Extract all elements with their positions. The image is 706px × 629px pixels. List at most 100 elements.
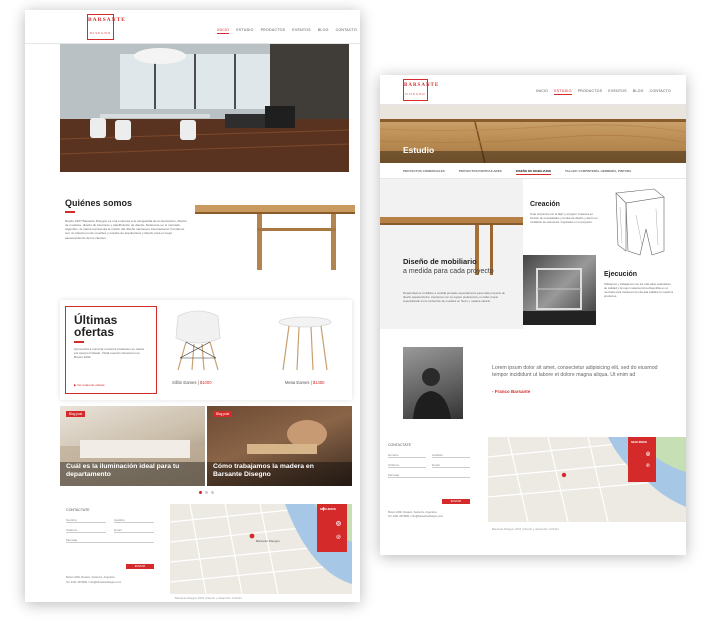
tab-comerciales[interactable]: PROYECTOS COMERCIALES	[403, 169, 445, 178]
logo-subtitle: DISEGNO	[405, 92, 426, 96]
instagram-icon[interactable]: ◎	[335, 520, 342, 527]
creacion-text: Todo comienza con el lápiz y el papel. C…	[530, 212, 598, 224]
blog-slider-dots	[199, 491, 214, 494]
offers-card: Últimas ofertas Aprovechá a comprar nues…	[65, 306, 157, 394]
blog-tag: Blog post	[213, 411, 233, 417]
tab-mobiliario[interactable]: DISEÑO DE MOBILIARIO	[515, 169, 552, 175]
title-underline	[65, 211, 75, 213]
nombre-field[interactable]: Nombre	[66, 518, 106, 523]
nav-contacto[interactable]: CONTACTO	[650, 89, 671, 95]
ejecucion-title: Ejecución	[604, 271, 638, 278]
send-button[interactable]: ENVIAR	[126, 564, 154, 569]
social-label: SEGUINOS	[631, 440, 647, 444]
founder-name: - Franco Barsante	[492, 389, 531, 394]
nav-blog[interactable]: BLOG	[318, 28, 329, 34]
nav-estudio[interactable]: ESTUDIO	[554, 89, 572, 95]
founder-photo	[403, 347, 463, 419]
table-name: Mesa Eames	[285, 380, 310, 385]
nav-productos[interactable]: PRODUCTOS	[261, 28, 286, 34]
chair-price: $1000	[199, 380, 212, 385]
offers-section: Últimas ofertas Aprovechá a comprar nues…	[60, 300, 352, 400]
logo[interactable]: BARSANTE DISEGNO	[403, 79, 440, 101]
map[interactable]	[487, 436, 686, 523]
mensaje-field[interactable]: Mensaje	[388, 473, 470, 478]
email-field[interactable]: Email	[432, 463, 470, 468]
logo-title: BARSANTE	[404, 83, 440, 88]
logo-subtitle: DISEGNO	[90, 30, 111, 35]
table-image	[195, 205, 355, 270]
mensaje-field[interactable]: Mensaje	[66, 538, 154, 543]
phone-line: Tel: 0341 4379991 / info@barsantedisegno…	[66, 581, 122, 584]
navbar: BARSANTE DISEGNO INICIO ESTUDIO PRODUCTO…	[25, 10, 360, 44]
main-nav: INICIO ESTUDIO PRODUCTOS EVENTOS BLOG CO…	[536, 89, 671, 95]
mobiliario-title: Diseño de mobiliario	[403, 257, 477, 266]
creacion-title: Creación	[530, 201, 560, 208]
project-tabs: PROYECTOS COMERCIALES PROYECTOS PARTICUL…	[380, 163, 686, 179]
logo-title: BARSANTE	[88, 17, 126, 23]
nombre-field[interactable]: Nombre	[388, 453, 426, 458]
estudio-page-screenshot: BARSANTE DISEGNO INICIO ESTUDIO PRODUCTO…	[380, 75, 686, 555]
blog-tag: Blog post	[66, 411, 86, 417]
table-photo	[380, 217, 523, 275]
blog-title-1: Cuál es la iluminación ideal para tu dep…	[66, 463, 180, 478]
blog-card-2[interactable]: Blog post Cómo trabajamos la madera en B…	[207, 406, 352, 486]
offers-text: Aprovechá a comprar nuestros productos e…	[74, 346, 144, 359]
navbar: BARSANTE DISEGNO INICIO ESTUDIO PRODUCTO…	[380, 75, 686, 105]
tab-taller[interactable]: TALLER: CARPINTERÍA, HERRERÍA, PINTURA	[565, 169, 631, 178]
about-title: Quiénes somos	[65, 198, 133, 208]
offers-link[interactable]: ▶ Ver todas las ofertas	[74, 383, 105, 387]
offers-underline	[74, 341, 84, 343]
email-field[interactable]: Email	[114, 528, 154, 533]
send-button[interactable]: ENVIAR	[442, 499, 470, 504]
eames-chair-image	[175, 310, 221, 371]
tab-particulares[interactable]: PROYECTOS PARTICULARES	[459, 169, 502, 178]
slider-dot[interactable]	[205, 491, 208, 494]
mobiliario-text: Desarrollamos mobiliario a medida pensad…	[403, 291, 505, 303]
pinterest-icon[interactable]: ℗	[645, 463, 651, 469]
blog-card-1[interactable]: Blog post Cuál es la iluminación ideal p…	[60, 406, 205, 486]
instagram-icon[interactable]: ◎	[645, 451, 651, 457]
address-line: Brown 2292, Rosario, Santa Fe, Argentina	[66, 576, 115, 579]
mobiliario-subtitle: a medida para cada proyecto	[403, 268, 494, 275]
nav-eventos[interactable]: EVENTOS	[292, 28, 311, 34]
sketch-drawing	[615, 188, 665, 256]
nav-inicio[interactable]: INICIO	[217, 28, 230, 34]
contact-title: CONTACTATE	[388, 443, 411, 447]
logo[interactable]: BARSANTE DISEGNO	[87, 14, 126, 40]
contact-title: CONTACTATE	[66, 508, 90, 512]
apellido-field[interactable]: Apellido	[432, 453, 470, 458]
social-panel: SEGUINOS ◎ ℗	[628, 437, 656, 482]
main-nav: INICIO ESTUDIO PRODUCTOS EVENTOS BLOG CO…	[217, 28, 357, 34]
nav-blog[interactable]: BLOG	[633, 89, 644, 95]
eames-table-image	[278, 316, 332, 371]
nav-eventos[interactable]: EVENTOS	[608, 89, 627, 95]
facebook-icon[interactable]: f	[321, 507, 326, 513]
map-illustration	[487, 436, 686, 523]
apellido-field[interactable]: Apellido	[114, 518, 154, 523]
ejecucion-text: Utilizamos y trabajamos con los más alto…	[604, 282, 674, 298]
chair-caption: Sillón Eames | $1000	[172, 380, 212, 385]
hero-image: Estudio	[380, 105, 686, 163]
telefono-field[interactable]: Teléfono	[388, 463, 426, 468]
slider-dot[interactable]	[211, 491, 214, 494]
about-text: Desde 1967 Barsante Disegno es una empre…	[65, 218, 187, 240]
hero-title: Estudio	[403, 145, 435, 155]
home-page-screenshot: BARSANTE DISEGNO INICIO ESTUDIO PRODUCTO…	[25, 10, 360, 602]
founder-silhouette	[413, 368, 451, 419]
offers-link-label: Ver todas las ofertas	[77, 383, 105, 387]
nav-estudio[interactable]: ESTUDIO	[236, 28, 253, 34]
pinterest-icon[interactable]: ℗	[335, 534, 342, 541]
workshop-photo	[523, 255, 596, 325]
founder-quote: Lorem ipsum dolor sit amet, consectetur …	[492, 365, 658, 378]
slider-dot-active[interactable]	[199, 491, 202, 494]
nav-contacto[interactable]: CONTACTO	[336, 28, 357, 34]
table-caption: Mesa Eames | $1450	[285, 380, 325, 385]
nav-inicio[interactable]: INICIO	[536, 89, 548, 95]
nav-productos[interactable]: PRODUCTOS	[578, 89, 603, 95]
telefono-field[interactable]: Teléfono	[66, 528, 106, 533]
table-price: $1450	[312, 380, 325, 385]
footer-text: Barsante Disegno 2016 | Diseño y desarro…	[175, 596, 242, 600]
address-line: Brown 2292, Rosario, Santa Fe, Argentina	[388, 511, 437, 514]
chair-name: Sillón Eames	[172, 380, 197, 385]
social-panel: SEGUINOS f ◎ ℗	[317, 504, 347, 552]
